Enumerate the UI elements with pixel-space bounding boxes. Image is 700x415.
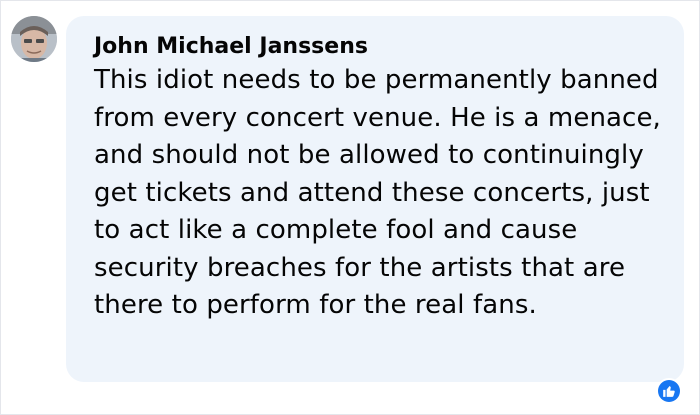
like-icon — [658, 380, 680, 402]
reaction-badge[interactable] — [656, 378, 682, 404]
comment-card: John Michael Janssens This idiot needs t… — [0, 0, 700, 415]
avatar[interactable] — [11, 16, 57, 62]
comment-text: This idiot needs to be permanently banne… — [94, 65, 661, 320]
comment-bubble: John Michael Janssens This idiot needs t… — [66, 16, 684, 382]
avatar-photo — [11, 16, 57, 62]
comment-author[interactable]: John Michael Janssens — [94, 34, 664, 60]
